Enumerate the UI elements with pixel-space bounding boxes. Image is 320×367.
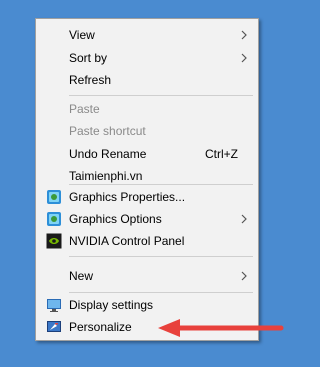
personalize-icon [47,321,61,332]
menu-item-paste-label: Paste [69,102,100,116]
chevron-right-icon [241,53,247,63]
menu-item-nvidia-control-panel-label: NVIDIA Control Panel [69,234,185,248]
menu-separator [69,292,253,293]
menu-item-new-label: New [69,269,94,283]
chevron-right-icon [241,214,247,224]
menu-item-personalize-label: Personalize [69,320,132,334]
menu-item-taimienphi-label: Taimienphi.vn [69,169,143,183]
menu-item-display-settings[interactable]: Display settings [36,294,258,316]
menu-item-paste-shortcut[interactable]: Paste shortcut [36,120,258,142]
nvidia-icon [46,233,62,249]
menu-item-graphics-options-label: Graphics Options [69,212,162,226]
menu-item-paste[interactable]: Paste [36,98,258,120]
menu-separator [69,256,253,257]
menu-item-new[interactable]: New [36,265,258,287]
annotation-arrow-icon [158,319,284,337]
desktop-context-menu: View Sort by Refresh Paste Paste shortcu… [35,18,259,341]
menu-item-display-settings-label: Display settings [69,298,154,312]
chevron-right-icon [241,30,247,40]
menu-item-paste-shortcut-label: Paste shortcut [69,124,146,138]
menu-item-undo-rename-label: Undo Rename [69,147,147,161]
menu-item-refresh[interactable]: Refresh [36,69,258,91]
chevron-right-icon [241,271,247,281]
undo-rename-shortcut-key: Ctrl+Z [205,147,238,161]
intel-graphics-icon [47,190,61,204]
menu-separator [69,95,253,96]
intel-graphics-icon [47,212,61,226]
menu-item-sort-by-label: Sort by [69,51,108,65]
menu-item-graphics-properties[interactable]: Graphics Properties... [36,186,258,208]
menu-item-graphics-options[interactable]: Graphics Options [36,208,258,230]
menu-item-view[interactable]: View [36,24,258,46]
menu-item-refresh-label: Refresh [69,73,112,87]
menu-item-undo-rename[interactable]: Undo Rename Ctrl+Z [36,143,258,165]
menu-item-graphics-properties-label: Graphics Properties... [69,190,186,204]
menu-item-view-label: View [69,28,95,42]
menu-item-nvidia-control-panel[interactable]: NVIDIA Control Panel [36,230,258,252]
menu-separator [69,184,253,185]
monitor-icon [47,299,61,312]
menu-item-sort-by[interactable]: Sort by [36,47,258,69]
